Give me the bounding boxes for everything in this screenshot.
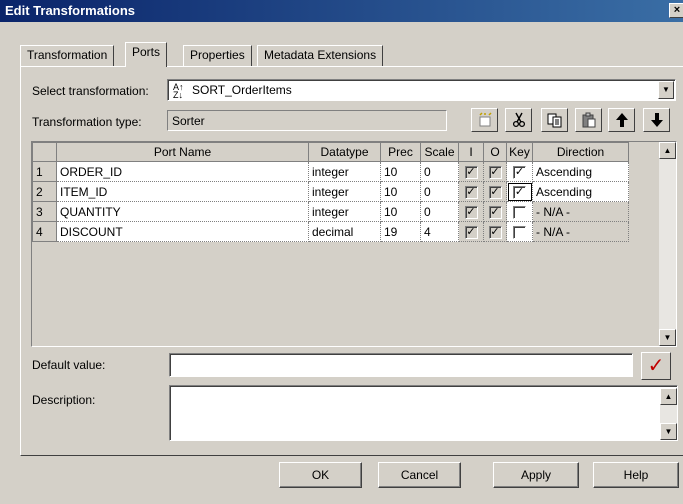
key-checkbox[interactable] xyxy=(513,205,526,219)
transformation-type-field: Sorter xyxy=(167,110,447,131)
new-port-icon[interactable] xyxy=(471,108,498,132)
scroll-up-icon[interactable]: ▲ xyxy=(659,142,676,159)
key-checkbox[interactable] xyxy=(513,225,526,239)
output-checkbox[interactable]: ✓ xyxy=(488,185,502,199)
scale-cell[interactable]: 0 xyxy=(420,161,459,182)
output-checkbox[interactable]: ✓ xyxy=(488,165,502,179)
key-checkbox[interactable]: ✓ xyxy=(513,165,526,179)
direction-cell[interactable]: Ascending xyxy=(532,161,629,182)
tab-ports[interactable]: Ports xyxy=(125,42,168,67)
grid-vertical-scrollbar[interactable]: ▲ ▼ xyxy=(659,142,676,346)
column-header-prec[interactable]: Prec xyxy=(380,142,421,162)
scroll-down-icon[interactable]: ▼ xyxy=(659,329,676,346)
key-checkbox[interactable]: ✓ xyxy=(513,185,526,199)
datatype-cell[interactable]: integer xyxy=(308,161,381,182)
prec-cell[interactable]: 10 xyxy=(380,161,421,182)
column-header-datatype[interactable]: Datatype xyxy=(308,142,381,162)
prec-cell[interactable]: 19 xyxy=(380,221,421,242)
move-down-icon[interactable] xyxy=(643,108,670,132)
table-row[interactable]: 4 DISCOUNT decimal 19 4 ✓ ✓ - N/A - xyxy=(32,221,629,242)
sorter-icon: A↑ Z↓ xyxy=(173,82,184,100)
direction-cell[interactable]: - N/A - xyxy=(532,221,629,242)
table-row[interactable]: 1 ORDER_ID integer 10 0 ✓ ✓ ✓ Ascending xyxy=(32,161,629,182)
tab-metadata-extensions[interactable]: Metadata Extensions xyxy=(257,45,384,66)
select-transformation-label: Select transformation: xyxy=(32,84,149,98)
row-number[interactable]: 3 xyxy=(32,201,57,222)
prec-cell[interactable]: 10 xyxy=(380,181,421,202)
ok-button[interactable]: OK xyxy=(279,462,362,488)
column-header-direction[interactable]: Direction xyxy=(532,142,629,162)
port-name-cell[interactable]: DISCOUNT xyxy=(56,221,309,242)
move-up-icon[interactable] xyxy=(608,108,635,132)
copy-icon[interactable] xyxy=(541,108,568,132)
description-field[interactable] xyxy=(169,385,678,441)
column-header-scale[interactable]: Scale xyxy=(420,142,459,162)
cut-icon[interactable] xyxy=(505,108,532,132)
row-number-header xyxy=(32,142,57,162)
datatype-cell[interactable]: integer xyxy=(308,201,381,222)
scale-cell[interactable]: 4 xyxy=(420,221,459,242)
table-row[interactable]: 3 QUANTITY integer 10 0 ✓ ✓ - N/A - xyxy=(32,201,629,222)
column-header-key[interactable]: Key xyxy=(506,142,533,162)
transformation-type-label: Transformation type: xyxy=(32,115,142,129)
datatype-cell[interactable]: decimal xyxy=(308,221,381,242)
input-checkbox[interactable]: ✓ xyxy=(464,185,478,199)
port-name-cell[interactable]: QUANTITY xyxy=(56,201,309,222)
tab-properties[interactable]: Properties xyxy=(183,45,252,66)
input-checkbox[interactable]: ✓ xyxy=(464,225,478,239)
scroll-up-icon[interactable]: ▲ xyxy=(660,388,677,405)
output-checkbox[interactable]: ✓ xyxy=(488,205,502,219)
select-transformation-value: SORT_OrderItems xyxy=(192,83,292,97)
row-number[interactable]: 1 xyxy=(32,161,57,182)
port-name-cell[interactable]: ITEM_ID xyxy=(56,181,309,202)
help-button[interactable]: Help xyxy=(593,462,679,488)
dropdown-arrow-icon[interactable]: ▼ xyxy=(658,81,674,99)
apply-button[interactable]: Apply xyxy=(493,462,579,488)
default-value-label: Default value: xyxy=(32,358,106,372)
input-checkbox[interactable]: ✓ xyxy=(464,165,478,179)
edit-transformations-dialog: Edit Transformations × Transformation Po… xyxy=(0,0,683,504)
row-number[interactable]: 2 xyxy=(32,181,57,202)
ports-grid[interactable]: Port Name Datatype Prec Scale I O Key Di… xyxy=(31,141,677,347)
title-bar: Edit Transformations × xyxy=(0,0,683,22)
scale-cell[interactable]: 0 xyxy=(420,201,459,222)
close-button[interactable]: × xyxy=(669,3,683,18)
column-header-i[interactable]: I xyxy=(458,142,484,162)
table-row[interactable]: 2 ITEM_ID integer 10 0 ✓ ✓ ✓ Ascending xyxy=(32,181,629,202)
row-number[interactable]: 4 xyxy=(32,221,57,242)
paste-icon[interactable] xyxy=(575,108,602,132)
prec-cell[interactable]: 10 xyxy=(380,201,421,222)
dialog-title: Edit Transformations xyxy=(5,3,136,18)
column-header-port-name[interactable]: Port Name xyxy=(56,142,309,162)
description-scrollbar[interactable]: ▲ ▼ xyxy=(660,388,677,440)
scale-cell[interactable]: 0 xyxy=(420,181,459,202)
default-value-field[interactable] xyxy=(169,353,633,377)
description-label: Description: xyxy=(32,393,96,407)
input-checkbox[interactable]: ✓ xyxy=(464,205,478,219)
select-transformation-dropdown[interactable]: A↑ Z↓ SORT_OrderItems ▼ xyxy=(167,79,676,101)
cancel-button[interactable]: Cancel xyxy=(378,462,461,488)
output-checkbox[interactable]: ✓ xyxy=(488,225,502,239)
validate-check-icon[interactable]: ✓ xyxy=(641,352,671,380)
port-name-cell[interactable]: ORDER_ID xyxy=(56,161,309,182)
direction-cell[interactable]: - N/A - xyxy=(532,201,629,222)
scroll-down-icon[interactable]: ▼ xyxy=(660,423,677,440)
tab-transformation[interactable]: Transformation xyxy=(20,45,115,66)
direction-cell[interactable]: Ascending xyxy=(532,181,629,202)
datatype-cell[interactable]: integer xyxy=(308,181,381,202)
column-header-o[interactable]: O xyxy=(483,142,507,162)
